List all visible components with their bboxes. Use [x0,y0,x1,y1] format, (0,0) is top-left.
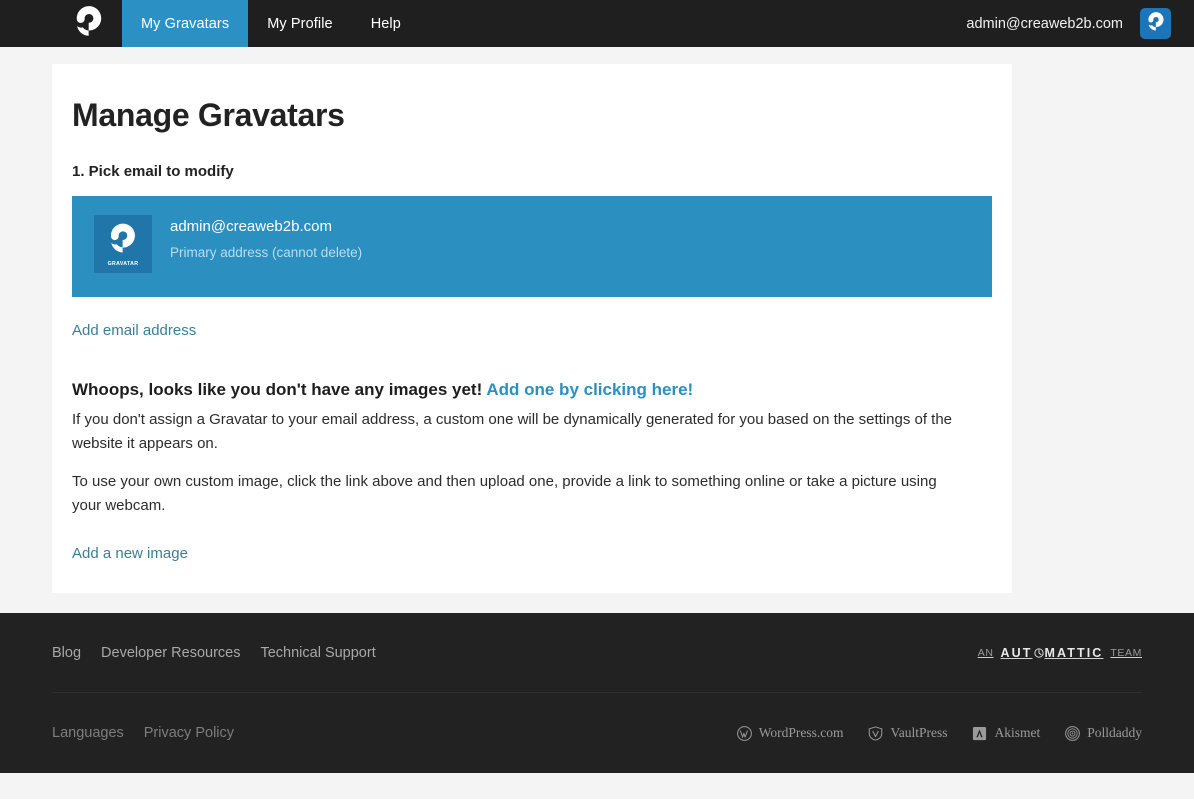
site-header: My Gravatars My Profile Help admin@creaw… [0,0,1194,47]
add-new-image-link[interactable]: Add a new image [72,545,188,562]
footer-products: WordPress.com VaultPress Akismet Polldad… [736,725,1142,741]
email-gravatar-thumbnail: GRAVATAR [94,215,152,273]
product-link-vaultpress[interactable]: VaultPress [868,725,947,741]
email-card-meta: admin@creaweb2b.com Primary address (can… [170,215,362,260]
footer-link-developer-resources[interactable]: Developer Resources [101,645,240,661]
nav-tab-my-gravatars[interactable]: My Gravatars [122,0,249,47]
add-one-cta-link[interactable]: Add one by clicking here! [486,380,693,399]
automattic-wordmark: AUT MATTIC [1001,646,1104,660]
empty-state-paragraph-1: If you don't assign a Gravatar to your e… [72,411,953,452]
footer-link-languages[interactable]: Languages [52,725,124,741]
add-email-address-link[interactable]: Add email address [72,322,196,339]
nav-tab-label: Help [370,15,401,32]
empty-state-paragraph-2: To use your own custom image, click the … [72,473,937,514]
email-card-selected[interactable]: GRAVATAR admin@creaweb2b.com Primary add… [72,196,992,297]
product-link-akismet[interactable]: Akismet [972,725,1040,741]
footer-secondary-links: Languages Privacy Policy [52,725,234,741]
footer-link-privacy-policy[interactable]: Privacy Policy [144,725,234,741]
empty-state-message: Whoops, looks like you don't have any im… [72,380,483,399]
footer-row-primary: Blog Developer Resources Technical Suppo… [52,613,1142,693]
account-avatar-button[interactable] [1140,8,1171,39]
footer-link-blog[interactable]: Blog [52,645,81,661]
empty-state-heading: Whoops, looks like you don't have any im… [72,380,992,400]
nav-tab-my-profile[interactable]: My Profile [248,0,351,47]
gravatar-wordmark: GRAVATAR [107,261,139,267]
site-footer: Blog Developer Resources Technical Suppo… [0,613,1194,773]
automattic-suffix: TEAM [1110,646,1142,659]
product-label: VaultPress [890,725,948,740]
add-image-row: Add a new image [72,545,992,563]
footer-primary-links: Blog Developer Resources Technical Suppo… [52,645,376,661]
step-title-pick-email: 1. Pick email to modify [72,163,234,180]
polldaddy-icon [1065,725,1081,741]
nav-tab-help[interactable]: Help [352,0,420,47]
email-card-address: admin@creaweb2b.com [170,218,332,235]
nav-tab-label: My Gravatars [141,15,230,32]
gravatar-home-link[interactable] [65,0,112,47]
content-card: Manage Gravatars 1. Pick email to modify… [52,64,1012,593]
nav-tab-label: My Profile [267,15,333,32]
gravatar-logo-icon [72,4,106,43]
email-card-note: Primary address (cannot delete) [170,245,363,260]
page-title: Manage Gravatars [72,97,345,133]
footer-row-secondary: Languages Privacy Policy WordPress.com V… [52,693,1142,773]
automattic-logo-icon [1033,647,1044,658]
product-link-polldaddy[interactable]: Polldaddy [1065,725,1142,741]
page-bottom-gutter [0,773,1194,799]
automattic-badge[interactable]: AN AUT MATTIC TEAM [978,646,1142,660]
product-label: WordPress.com [758,725,844,740]
wordpress-icon [736,725,752,741]
add-email-row: Add email address [72,322,992,340]
header-account-area: admin@creaweb2b.com [966,0,1194,47]
product-label: Polldaddy [1087,725,1142,740]
product-link-wordpress[interactable]: WordPress.com [736,725,844,741]
product-label: Akismet [994,725,1041,740]
primary-nav: My Gravatars My Profile Help [122,0,420,47]
account-email-label: admin@creaweb2b.com [966,15,1123,32]
vaultpress-shield-icon [868,725,883,741]
gravatar-logo-icon [106,221,140,260]
gravatar-avatar-icon [1145,10,1167,37]
automattic-name-start: AUT [1000,645,1033,660]
automattic-prefix: AN [977,646,994,659]
footer-link-technical-support[interactable]: Technical Support [260,645,375,661]
page-body: Manage Gravatars 1. Pick email to modify… [0,64,1194,593]
automattic-name-end: MATTIC [1044,645,1104,660]
akismet-icon [972,726,987,741]
footer-automattic-area: AN AUT MATTIC TEAM [978,646,1142,660]
